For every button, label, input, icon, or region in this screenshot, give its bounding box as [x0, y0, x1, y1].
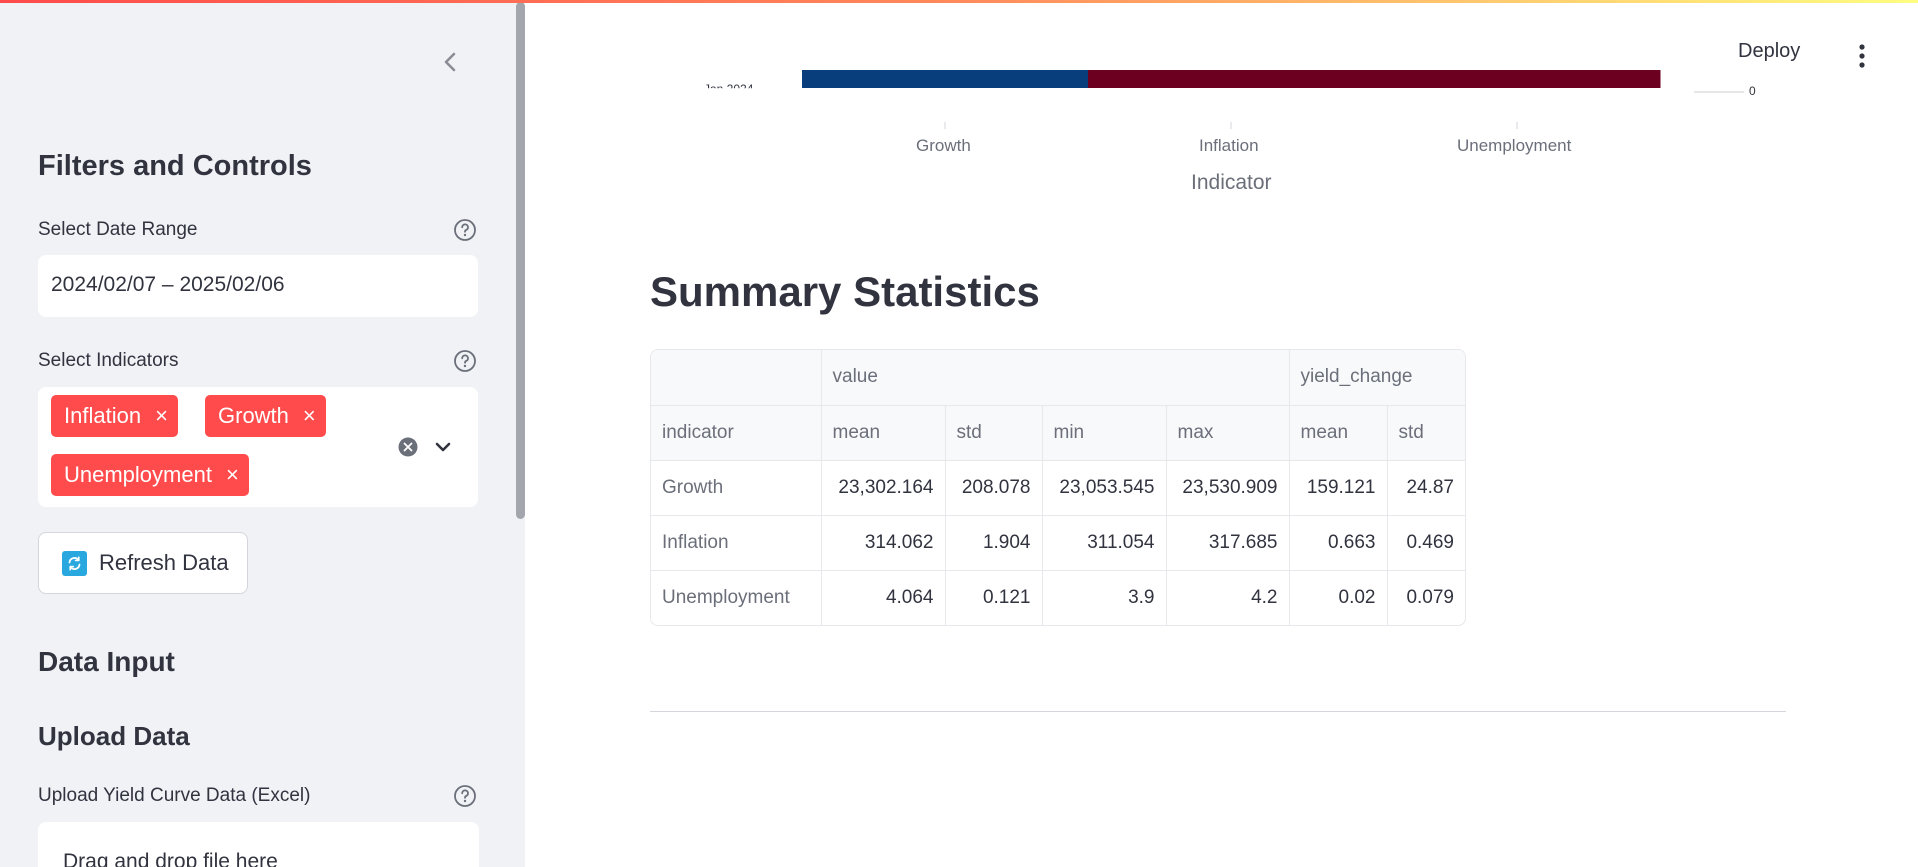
column-header[interactable]: indicator: [651, 405, 822, 461]
heatmap-cell: [1374, 70, 1661, 88]
column-header[interactable]: max: [1166, 405, 1290, 461]
heatmap-chart: Jan 2024 0 Growth Inflation Unemployment…: [650, 70, 1800, 205]
chevron-left-icon: [444, 52, 456, 72]
table-cell: 3.9: [1042, 570, 1167, 625]
table-row: Inflation 314.062 1.904 311.054 317.685 …: [651, 515, 1465, 571]
table-cell: 314.062: [821, 515, 946, 571]
dropzone-text: Drag and drop file here: [63, 850, 278, 867]
data-input-title: Data Input: [38, 646, 175, 677]
column-header[interactable]: std: [1387, 405, 1465, 461]
remove-tag-icon[interactable]: ×: [226, 464, 239, 486]
refresh-data-button[interactable]: Refresh Data: [38, 532, 248, 594]
table-cell: 4.064: [821, 570, 946, 625]
table-cell: 4.2: [1166, 570, 1290, 625]
upload-label: Upload Yield Curve Data (Excel): [38, 785, 311, 806]
row-index-cell: Growth: [651, 460, 822, 516]
x-tick-label: Growth: [916, 136, 971, 155]
column-header[interactable]: mean: [1289, 405, 1388, 461]
upload-data-title: Upload Data: [38, 721, 190, 751]
colorbar-tick-label: 0: [1749, 84, 1756, 98]
table-cell: 23,302.164: [821, 460, 946, 516]
summary-table[interactable]: value yield_change indicator mean std mi…: [650, 349, 1466, 626]
table-cell: 159.121: [1289, 460, 1388, 516]
indicators-multiselect[interactable]: Inflation × Growth × Unemployment ×: [38, 387, 478, 507]
table-row: Unemployment 4.064 0.121 3.9 4.2 0.02 0.…: [651, 570, 1465, 625]
column-header[interactable]: std: [945, 405, 1043, 461]
table-cell: 0.121: [945, 570, 1043, 625]
more-options-icon[interactable]: [1850, 42, 1874, 70]
tag-label: Growth: [218, 403, 289, 428]
table-cell: 23,053.545: [1042, 460, 1167, 516]
file-dropzone[interactable]: Drag and drop file here: [38, 822, 479, 867]
top-decoration-bar: [0, 0, 1918, 3]
filters-title: Filters and Controls: [38, 150, 312, 182]
table-cell: 0.02: [1289, 570, 1388, 625]
refresh-icon: [62, 550, 87, 576]
heatmap-cell: [1088, 70, 1375, 88]
group-header-row: value yield_change: [651, 350, 1465, 406]
tag-growth[interactable]: Growth ×: [205, 395, 326, 437]
column-header[interactable]: min: [1042, 405, 1167, 461]
chevron-down-icon[interactable]: [432, 436, 454, 458]
x-tick-label: Unemployment: [1457, 136, 1572, 155]
tag-inflation[interactable]: Inflation ×: [51, 395, 178, 437]
x-axis-title: Indicator: [1191, 171, 1272, 194]
remove-tag-icon[interactable]: ×: [303, 405, 316, 427]
table-row: Growth 23,302.164 208.078 23,053.545 23,…: [651, 460, 1465, 516]
table-cell: 23,530.909: [1166, 460, 1290, 516]
table-cell: 24.87: [1387, 460, 1465, 516]
table-cell: 0.469: [1387, 515, 1465, 571]
sidebar-scrollbar[interactable]: [516, 2, 525, 519]
x-tick-label: Inflation: [1199, 136, 1259, 155]
row-index-cell: Inflation: [651, 515, 822, 571]
heatmap-cell: [802, 70, 1089, 88]
column-header-row: indicator mean std min max mean std: [651, 405, 1465, 461]
clear-selection-icon[interactable]: [397, 436, 419, 458]
table-cell: 0.663: [1289, 515, 1388, 571]
table-cell: 317.685: [1166, 515, 1290, 571]
summary-title: Summary Statistics: [650, 268, 1040, 315]
sidebar: Filters and Controls Select Date Range 2…: [0, 0, 525, 867]
collapse-sidebar-button[interactable]: [432, 44, 468, 80]
refresh-button-label: Refresh Data: [99, 550, 229, 575]
column-header[interactable]: mean: [821, 405, 946, 461]
group-header-cell: yield_change: [1289, 350, 1465, 406]
tag-unemployment[interactable]: Unemployment ×: [51, 454, 249, 496]
table-cell: 1.904: [945, 515, 1043, 571]
help-icon[interactable]: [453, 784, 477, 808]
group-header-cell: value: [821, 350, 1290, 406]
date-range-input[interactable]: 2024/02/07 – 2025/02/06: [38, 255, 478, 317]
tag-label: Unemployment: [64, 462, 212, 487]
group-header-cell: [651, 350, 822, 406]
date-range-label: Select Date Range: [38, 219, 198, 240]
deploy-button[interactable]: Deploy: [1738, 40, 1800, 63]
indicators-label: Select Indicators: [38, 350, 179, 371]
tag-label: Inflation: [64, 403, 142, 428]
table-cell: 0.079: [1406, 586, 1454, 608]
table-cell: 208.078: [945, 460, 1043, 516]
help-icon[interactable]: [453, 349, 477, 373]
remove-tag-icon[interactable]: ×: [155, 405, 168, 427]
row-index-cell: Unemployment: [651, 570, 822, 625]
table-cell: 311.054: [1042, 515, 1167, 571]
section-divider: [650, 711, 1786, 712]
help-icon[interactable]: [453, 218, 477, 242]
